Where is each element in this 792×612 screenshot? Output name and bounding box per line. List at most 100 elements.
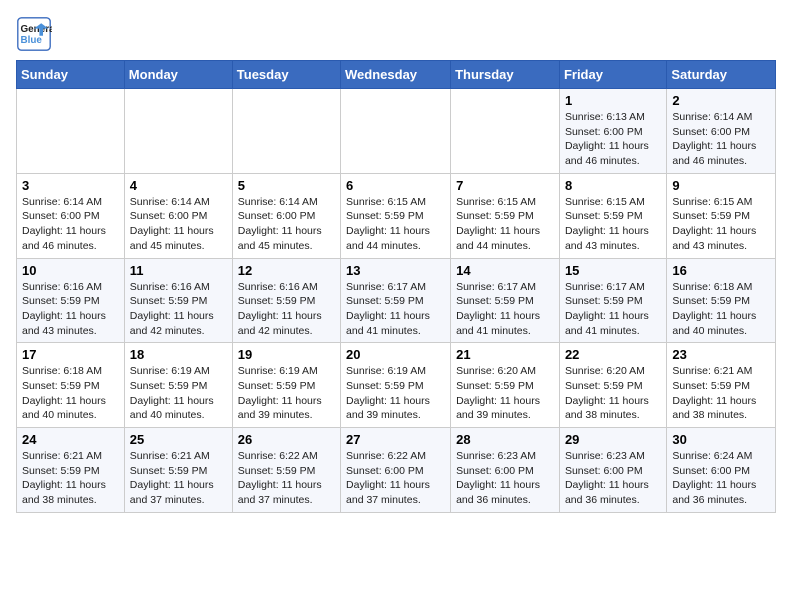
day-info: Sunrise: 6:17 AM Sunset: 5:59 PM Dayligh… bbox=[565, 280, 661, 339]
calendar-cell bbox=[124, 89, 232, 174]
day-info: Sunrise: 6:14 AM Sunset: 6:00 PM Dayligh… bbox=[238, 195, 335, 254]
day-number: 25 bbox=[130, 432, 227, 447]
day-number: 21 bbox=[456, 347, 554, 362]
weekday-header: Tuesday bbox=[232, 61, 340, 89]
day-info: Sunrise: 6:16 AM Sunset: 5:59 PM Dayligh… bbox=[130, 280, 227, 339]
day-info: Sunrise: 6:22 AM Sunset: 6:00 PM Dayligh… bbox=[346, 449, 445, 508]
day-number: 9 bbox=[672, 178, 770, 193]
calendar-cell: 13 Sunrise: 6:17 AM Sunset: 5:59 PM Dayli… bbox=[341, 258, 451, 343]
day-number: 16 bbox=[672, 263, 770, 278]
day-number: 30 bbox=[672, 432, 770, 447]
calendar-cell bbox=[451, 89, 560, 174]
svg-text:General: General bbox=[21, 24, 53, 35]
calendar-week-row: 3 Sunrise: 6:14 AM Sunset: 6:00 PM Daylig… bbox=[17, 173, 776, 258]
day-number: 29 bbox=[565, 432, 661, 447]
day-info: Sunrise: 6:20 AM Sunset: 5:59 PM Dayligh… bbox=[456, 364, 554, 423]
logo: General Blue bbox=[16, 16, 52, 52]
calendar-cell bbox=[17, 89, 125, 174]
day-number: 17 bbox=[22, 347, 119, 362]
day-info: Sunrise: 6:18 AM Sunset: 5:59 PM Dayligh… bbox=[22, 364, 119, 423]
calendar-cell: 16 Sunrise: 6:18 AM Sunset: 5:59 PM Dayli… bbox=[667, 258, 776, 343]
weekday-header-row: SundayMondayTuesdayWednesdayThursdayFrid… bbox=[17, 61, 776, 89]
calendar-cell: 10 Sunrise: 6:16 AM Sunset: 5:59 PM Dayli… bbox=[17, 258, 125, 343]
day-info: Sunrise: 6:14 AM Sunset: 6:00 PM Dayligh… bbox=[130, 195, 227, 254]
calendar-cell: 11 Sunrise: 6:16 AM Sunset: 5:59 PM Dayli… bbox=[124, 258, 232, 343]
day-number: 22 bbox=[565, 347, 661, 362]
weekday-header: Sunday bbox=[17, 61, 125, 89]
day-number: 20 bbox=[346, 347, 445, 362]
calendar-week-row: 1 Sunrise: 6:13 AM Sunset: 6:00 PM Daylig… bbox=[17, 89, 776, 174]
day-info: Sunrise: 6:15 AM Sunset: 5:59 PM Dayligh… bbox=[346, 195, 445, 254]
day-info: Sunrise: 6:23 AM Sunset: 6:00 PM Dayligh… bbox=[456, 449, 554, 508]
day-number: 24 bbox=[22, 432, 119, 447]
day-number: 28 bbox=[456, 432, 554, 447]
day-number: 6 bbox=[346, 178, 445, 193]
weekday-header: Monday bbox=[124, 61, 232, 89]
day-number: 27 bbox=[346, 432, 445, 447]
day-info: Sunrise: 6:16 AM Sunset: 5:59 PM Dayligh… bbox=[22, 280, 119, 339]
day-number: 12 bbox=[238, 263, 335, 278]
day-number: 1 bbox=[565, 93, 661, 108]
calendar-cell: 19 Sunrise: 6:19 AM Sunset: 5:59 PM Dayli… bbox=[232, 343, 340, 428]
calendar-cell: 18 Sunrise: 6:19 AM Sunset: 5:59 PM Dayli… bbox=[124, 343, 232, 428]
day-info: Sunrise: 6:21 AM Sunset: 5:59 PM Dayligh… bbox=[672, 364, 770, 423]
calendar-cell: 9Sunrise: 6:15 AM Sunset: 5:59 PM Daylig… bbox=[667, 173, 776, 258]
calendar-cell: 15 Sunrise: 6:17 AM Sunset: 5:59 PM Dayli… bbox=[559, 258, 666, 343]
day-info: Sunrise: 6:19 AM Sunset: 5:59 PM Dayligh… bbox=[238, 364, 335, 423]
calendar-cell: 7Sunrise: 6:15 AM Sunset: 5:59 PM Daylig… bbox=[451, 173, 560, 258]
calendar-cell: 27 Sunrise: 6:22 AM Sunset: 6:00 PM Dayli… bbox=[341, 428, 451, 513]
day-info: Sunrise: 6:23 AM Sunset: 6:00 PM Dayligh… bbox=[565, 449, 661, 508]
day-number: 5 bbox=[238, 178, 335, 193]
weekday-header: Wednesday bbox=[341, 61, 451, 89]
day-number: 23 bbox=[672, 347, 770, 362]
day-info: Sunrise: 6:17 AM Sunset: 5:59 PM Dayligh… bbox=[346, 280, 445, 339]
calendar-cell: 21 Sunrise: 6:20 AM Sunset: 5:59 PM Dayli… bbox=[451, 343, 560, 428]
day-info: Sunrise: 6:21 AM Sunset: 5:59 PM Dayligh… bbox=[130, 449, 227, 508]
day-number: 14 bbox=[456, 263, 554, 278]
calendar-cell: 25 Sunrise: 6:21 AM Sunset: 5:59 PM Dayli… bbox=[124, 428, 232, 513]
calendar-cell: 2 Sunrise: 6:14 AM Sunset: 6:00 PM Daylig… bbox=[667, 89, 776, 174]
day-number: 11 bbox=[130, 263, 227, 278]
day-info: Sunrise: 6:20 AM Sunset: 5:59 PM Dayligh… bbox=[565, 364, 661, 423]
calendar-cell: 26Sunrise: 6:22 AM Sunset: 5:59 PM Dayli… bbox=[232, 428, 340, 513]
calendar-cell: 12 Sunrise: 6:16 AM Sunset: 5:59 PM Dayli… bbox=[232, 258, 340, 343]
calendar-cell: 1 Sunrise: 6:13 AM Sunset: 6:00 PM Daylig… bbox=[559, 89, 666, 174]
calendar-week-row: 17 Sunrise: 6:18 AM Sunset: 5:59 PM Dayli… bbox=[17, 343, 776, 428]
calendar-cell: 6 Sunrise: 6:15 AM Sunset: 5:59 PM Daylig… bbox=[341, 173, 451, 258]
day-number: 4 bbox=[130, 178, 227, 193]
day-info: Sunrise: 6:16 AM Sunset: 5:59 PM Dayligh… bbox=[238, 280, 335, 339]
day-info: Sunrise: 6:18 AM Sunset: 5:59 PM Dayligh… bbox=[672, 280, 770, 339]
day-info: Sunrise: 6:15 AM Sunset: 5:59 PM Dayligh… bbox=[565, 195, 661, 254]
day-number: 7 bbox=[456, 178, 554, 193]
day-info: Sunrise: 6:22 AM Sunset: 5:59 PM Dayligh… bbox=[238, 449, 335, 508]
calendar-cell: 30 Sunrise: 6:24 AM Sunset: 6:00 PM Dayli… bbox=[667, 428, 776, 513]
day-info: Sunrise: 6:13 AM Sunset: 6:00 PM Dayligh… bbox=[565, 110, 661, 169]
calendar-table: SundayMondayTuesdayWednesdayThursdayFrid… bbox=[16, 60, 776, 513]
day-info: Sunrise: 6:24 AM Sunset: 6:00 PM Dayligh… bbox=[672, 449, 770, 508]
calendar-cell: 20 Sunrise: 6:19 AM Sunset: 5:59 PM Dayli… bbox=[341, 343, 451, 428]
calendar-cell: 8Sunrise: 6:15 AM Sunset: 5:59 PM Daylig… bbox=[559, 173, 666, 258]
day-info: Sunrise: 6:14 AM Sunset: 6:00 PM Dayligh… bbox=[672, 110, 770, 169]
calendar-cell: 23 Sunrise: 6:21 AM Sunset: 5:59 PM Dayli… bbox=[667, 343, 776, 428]
day-number: 2 bbox=[672, 93, 770, 108]
calendar-cell: 3Sunrise: 6:14 AM Sunset: 6:00 PM Daylig… bbox=[17, 173, 125, 258]
day-number: 10 bbox=[22, 263, 119, 278]
logo-icon: General Blue bbox=[16, 16, 52, 52]
svg-text:Blue: Blue bbox=[21, 35, 43, 46]
calendar-week-row: 10 Sunrise: 6:16 AM Sunset: 5:59 PM Dayli… bbox=[17, 258, 776, 343]
calendar-cell: 24 Sunrise: 6:21 AM Sunset: 5:59 PM Dayli… bbox=[17, 428, 125, 513]
calendar-cell bbox=[341, 89, 451, 174]
day-info: Sunrise: 6:17 AM Sunset: 5:59 PM Dayligh… bbox=[456, 280, 554, 339]
weekday-header: Friday bbox=[559, 61, 666, 89]
day-info: Sunrise: 6:19 AM Sunset: 5:59 PM Dayligh… bbox=[346, 364, 445, 423]
day-number: 13 bbox=[346, 263, 445, 278]
day-info: Sunrise: 6:21 AM Sunset: 5:59 PM Dayligh… bbox=[22, 449, 119, 508]
calendar-cell: 5 Sunrise: 6:14 AM Sunset: 6:00 PM Daylig… bbox=[232, 173, 340, 258]
day-number: 19 bbox=[238, 347, 335, 362]
calendar-cell: 14 Sunrise: 6:17 AM Sunset: 5:59 PM Dayli… bbox=[451, 258, 560, 343]
day-info: Sunrise: 6:19 AM Sunset: 5:59 PM Dayligh… bbox=[130, 364, 227, 423]
day-number: 15 bbox=[565, 263, 661, 278]
calendar-cell: 28 Sunrise: 6:23 AM Sunset: 6:00 PM Dayli… bbox=[451, 428, 560, 513]
day-number: 18 bbox=[130, 347, 227, 362]
day-number: 3 bbox=[22, 178, 119, 193]
